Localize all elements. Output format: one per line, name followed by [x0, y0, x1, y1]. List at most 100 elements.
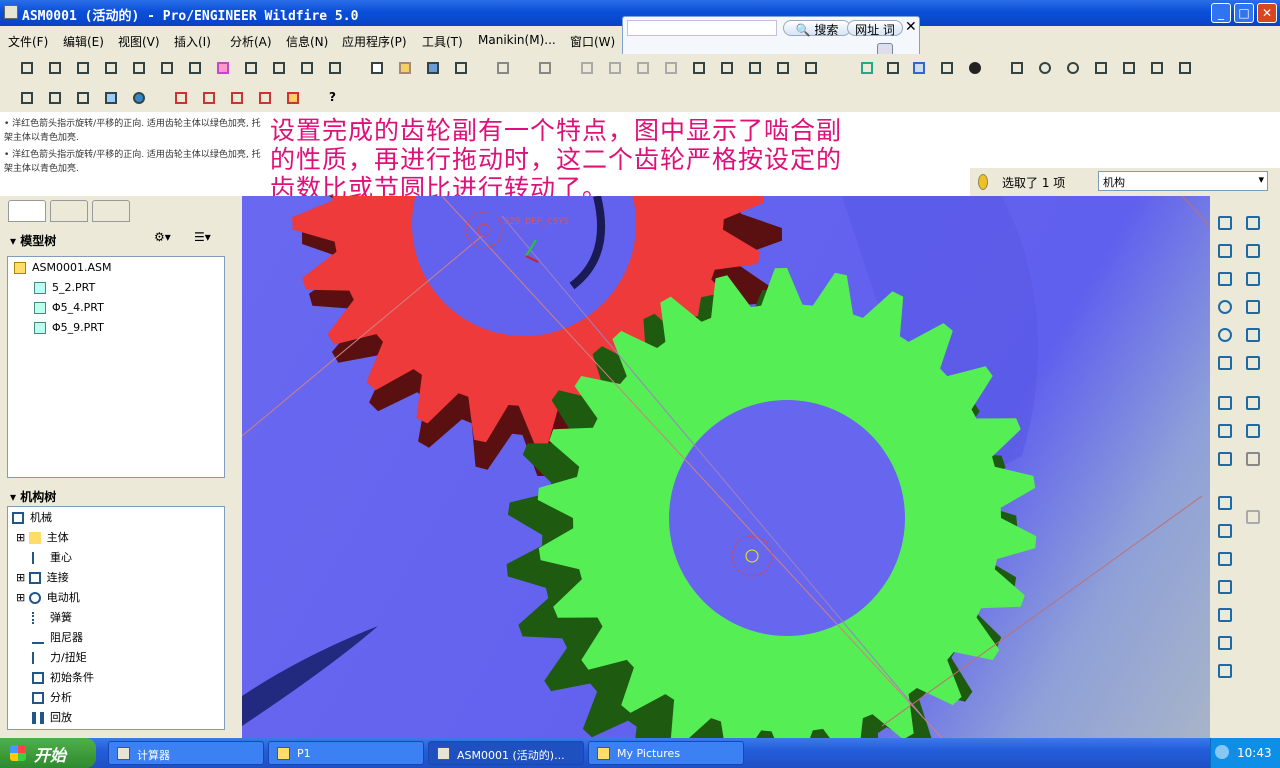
connect-icon[interactable]: [1214, 268, 1236, 290]
layers-icon[interactable]: [1174, 57, 1196, 79]
search-button[interactable]: 🔍 搜索: [783, 20, 851, 37]
spring-tool-icon[interactable]: [1214, 352, 1236, 374]
tree-item[interactable]: Φ5_9.PRT: [34, 321, 104, 334]
annotation-toggle-icon[interactable]: [282, 87, 304, 109]
redo-icon[interactable]: [534, 57, 556, 79]
tree-item[interactable]: 重心: [32, 549, 72, 565]
zoom-out-icon[interactable]: [1062, 57, 1084, 79]
refit-icon[interactable]: [1090, 57, 1112, 79]
datum-axes-toggle-icon[interactable]: [198, 87, 220, 109]
model-tree-header[interactable]: ▾ 模型树: [10, 232, 56, 249]
tree-item[interactable]: ⊞ 连接: [16, 569, 69, 585]
copy-icon[interactable]: [604, 57, 626, 79]
shaded-icon[interactable]: [100, 87, 122, 109]
paste-special-icon[interactable]: [660, 57, 682, 79]
initial-cond-tool-icon[interactable]: [1214, 520, 1236, 542]
tree-item[interactable]: ASM0001.ASM: [14, 261, 112, 274]
task-p1[interactable]: P1: [268, 741, 424, 765]
force-motor-icon[interactable]: [1242, 324, 1264, 346]
paste-icon[interactable]: [632, 57, 654, 79]
tree-item[interactable]: Φ5_4.PRT: [34, 301, 104, 314]
selection-filter-dropdown[interactable]: 机构: [1098, 171, 1268, 191]
cut-icon[interactable]: [576, 57, 598, 79]
tree-item[interactable]: 初始条件: [32, 669, 94, 685]
belt-icon[interactable]: [1242, 268, 1264, 290]
saved-views-icon[interactable]: [1146, 57, 1168, 79]
wave-icon[interactable]: [184, 57, 206, 79]
save-icon[interactable]: [422, 57, 444, 79]
menu-window[interactable]: 窗口(W): [570, 33, 615, 50]
sketch-icon[interactable]: [128, 57, 150, 79]
tab-model-tree[interactable]: [8, 200, 46, 222]
axis-display-icon[interactable]: [908, 57, 930, 79]
menu-analysis[interactable]: 分析(A): [230, 33, 272, 50]
graphics-viewport[interactable]: 529_DEF_CSYS: [242, 196, 1210, 738]
find-icon[interactable]: [744, 57, 766, 79]
force-tool-icon[interactable]: [1214, 604, 1236, 626]
mechanism-display-icon[interactable]: [1214, 212, 1236, 234]
damper-tool-icon[interactable]: [1242, 352, 1264, 374]
layer-icon[interactable]: [268, 57, 290, 79]
gear-pair-icon[interactable]: [1214, 296, 1236, 318]
menu-view[interactable]: 视图(V): [118, 33, 160, 50]
tree-item[interactable]: 阻尼器: [32, 629, 83, 645]
tray-expand-icon[interactable]: [1215, 745, 1229, 759]
tree-item[interactable]: 力/扭矩: [32, 649, 87, 665]
hidden-line-icon[interactable]: [44, 87, 66, 109]
url-button[interactable]: 网址 词: [847, 20, 903, 37]
task-proe[interactable]: ASM0001 (活动的)...: [428, 741, 584, 765]
mech-tree-header[interactable]: ▾ 机构树: [10, 488, 56, 505]
grid-icon[interactable]: [1242, 506, 1264, 528]
tab-folder-browser[interactable]: [50, 200, 88, 222]
spring-coil-icon[interactable]: [1214, 548, 1236, 570]
datum-points-toggle-icon[interactable]: [226, 87, 248, 109]
datum-planes-toggle-icon[interactable]: [170, 87, 192, 109]
csys-toggle-icon[interactable]: [254, 87, 276, 109]
playback-tool-icon[interactable]: [1214, 420, 1236, 442]
curve-icon[interactable]: [156, 57, 178, 79]
regenerate-icon[interactable]: [688, 57, 710, 79]
enhanced-realism-icon[interactable]: [128, 87, 150, 109]
close-button[interactable]: ✕: [1257, 3, 1277, 23]
open-folder-icon[interactable]: [394, 57, 416, 79]
select-box-icon[interactable]: [772, 57, 794, 79]
menu-insert[interactable]: 插入(I): [174, 33, 211, 50]
menu-edit[interactable]: 编辑(E): [63, 33, 104, 50]
wireframe-icon[interactable]: [16, 87, 38, 109]
regen-manager-icon[interactable]: [716, 57, 738, 79]
layer-tree-icon[interactable]: [856, 57, 878, 79]
appearance-icon[interactable]: [212, 57, 234, 79]
slot-icon[interactable]: [1242, 240, 1264, 262]
datum-plane-icon[interactable]: [16, 57, 38, 79]
pen-icon[interactable]: [324, 57, 346, 79]
minimize-button[interactable]: _: [1211, 3, 1231, 23]
task-calculator[interactable]: 计算器: [108, 741, 264, 765]
tree-columns-icon[interactable]: ☰▾: [194, 230, 224, 248]
datum-point-icon[interactable]: [72, 57, 94, 79]
trace-icon[interactable]: [1242, 420, 1264, 442]
tree-item[interactable]: 弹簧: [32, 609, 72, 625]
servo-motor-icon[interactable]: [1214, 324, 1236, 346]
maximize-button[interactable]: □: [1234, 3, 1254, 23]
datum-display-icon[interactable]: [882, 57, 904, 79]
close-icon[interactable]: ✕: [905, 19, 917, 35]
tree-item[interactable]: 5_2.PRT: [34, 281, 95, 294]
graph-icon[interactable]: [1214, 448, 1236, 470]
bodies-icon[interactable]: [1214, 660, 1236, 682]
menu-info[interactable]: 信息(N): [286, 33, 328, 50]
spin-center-icon[interactable]: [936, 57, 958, 79]
reorient-icon[interactable]: [1118, 57, 1140, 79]
start-button[interactable]: 开始: [0, 738, 96, 768]
menu-tools[interactable]: 工具(T): [422, 33, 463, 50]
drag-icon[interactable]: [1214, 240, 1236, 262]
tree-item[interactable]: ⊞ 电动机: [16, 589, 80, 605]
help-icon[interactable]: ?: [324, 87, 346, 109]
gravity-tool-icon[interactable]: [1214, 492, 1236, 514]
pan-hand-icon[interactable]: [1006, 57, 1028, 79]
tree-item[interactable]: 回放: [32, 709, 72, 725]
menu-manikin[interactable]: Manikin(M)...: [478, 33, 556, 47]
tree-item[interactable]: ⊞ 主体: [16, 529, 69, 545]
measure-icon[interactable]: [296, 57, 318, 79]
tree-settings-icon[interactable]: ⚙▾: [154, 230, 184, 248]
datum-axis-icon[interactable]: [44, 57, 66, 79]
